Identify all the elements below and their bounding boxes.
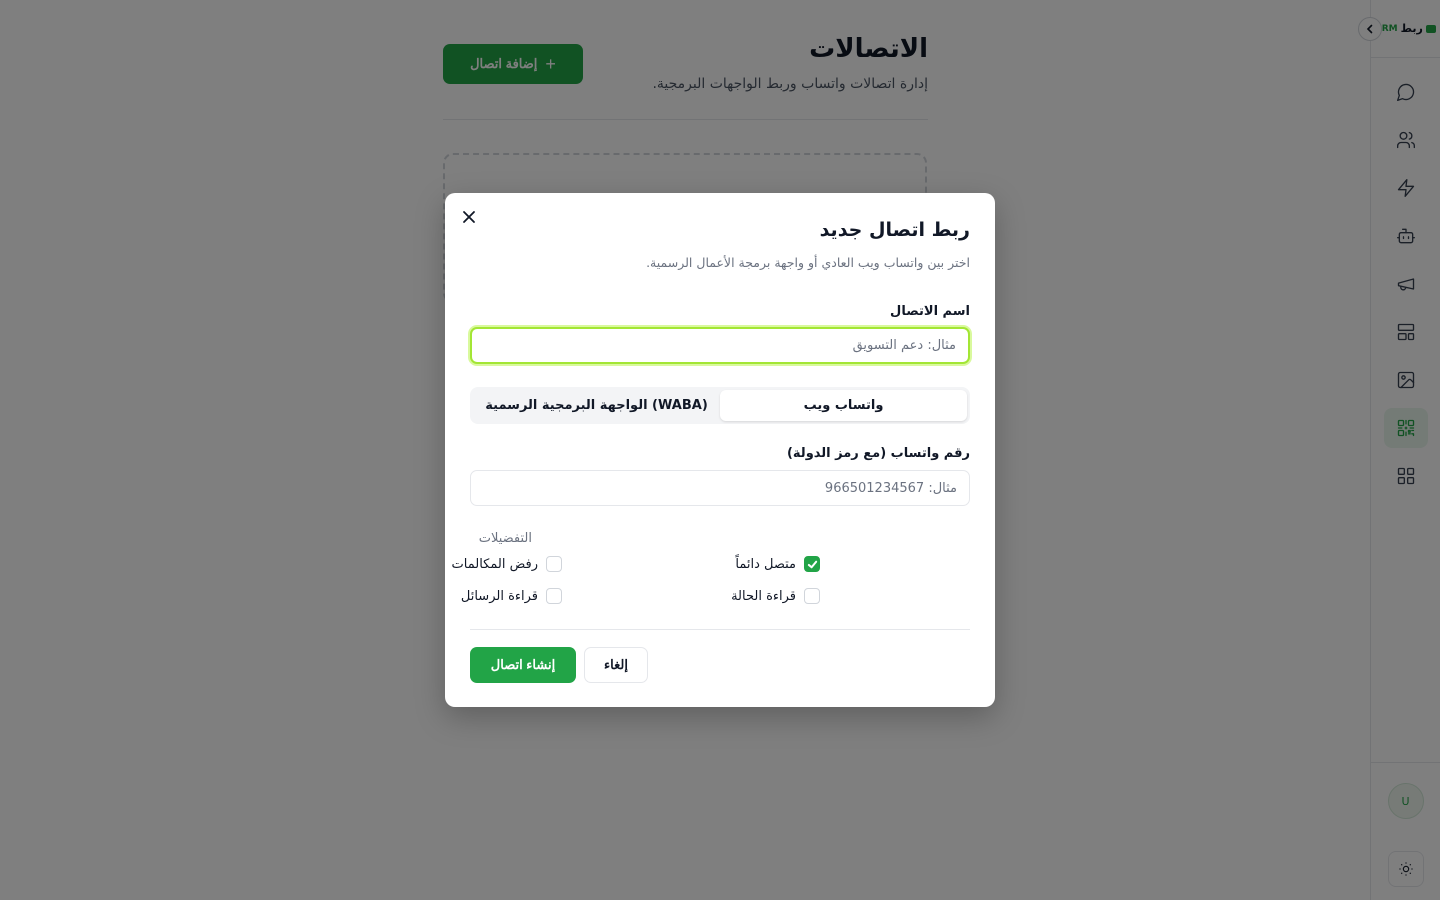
always-online-option[interactable]: متصل دائماً <box>735 556 820 572</box>
connection-name-label: اسم الاتصال <box>890 304 970 319</box>
read-status-checkbox[interactable] <box>804 588 820 604</box>
read-status-option[interactable]: قراءة الحالة <box>731 588 820 604</box>
dialog-subtitle: اختر بين واتساب ويب العادي أو واجهة برمج… <box>646 255 970 270</box>
tab-whatsapp-web[interactable]: واتساب ويب <box>720 390 967 421</box>
create-connection-button[interactable]: إنشاء اتصال <box>470 647 576 683</box>
reject-calls-checkbox[interactable] <box>546 556 562 572</box>
check-icon <box>807 560 817 568</box>
read-messages-option[interactable]: قراءة الرسائل <box>461 588 562 604</box>
phone-number-label: رقم واتساب (مع رمز الدولة) <box>786 446 970 461</box>
close-dialog-button[interactable] <box>459 207 479 227</box>
preferences-label: التفضيلات <box>478 531 532 546</box>
tab-waba-api[interactable]: (WABA) الواجهة البرمجية الرسمية <box>473 390 720 421</box>
reject-calls-label: رفض المكالمات <box>451 556 538 572</box>
close-icon <box>463 211 475 223</box>
cancel-button[interactable]: إلغاء <box>584 647 648 683</box>
footer-divider <box>470 629 970 630</box>
connection-type-tabs: واتساب ويب (WABA) الواجهة البرمجية الرسم… <box>470 387 970 424</box>
always-online-label: متصل دائماً <box>735 556 796 572</box>
read-status-label: قراءة الحالة <box>731 588 796 604</box>
phone-number-input[interactable] <box>470 470 970 506</box>
always-online-checkbox[interactable] <box>804 556 820 572</box>
read-messages-checkbox[interactable] <box>546 588 562 604</box>
dialog-title: ربط اتصال جديد <box>819 219 970 241</box>
new-connection-dialog: ربط اتصال جديد اختر بين واتساب ويب العاد… <box>445 193 995 707</box>
connection-name-input[interactable] <box>470 327 970 364</box>
reject-calls-option[interactable]: رفض المكالمات <box>452 556 562 572</box>
read-messages-label: قراءة الرسائل <box>460 588 538 604</box>
